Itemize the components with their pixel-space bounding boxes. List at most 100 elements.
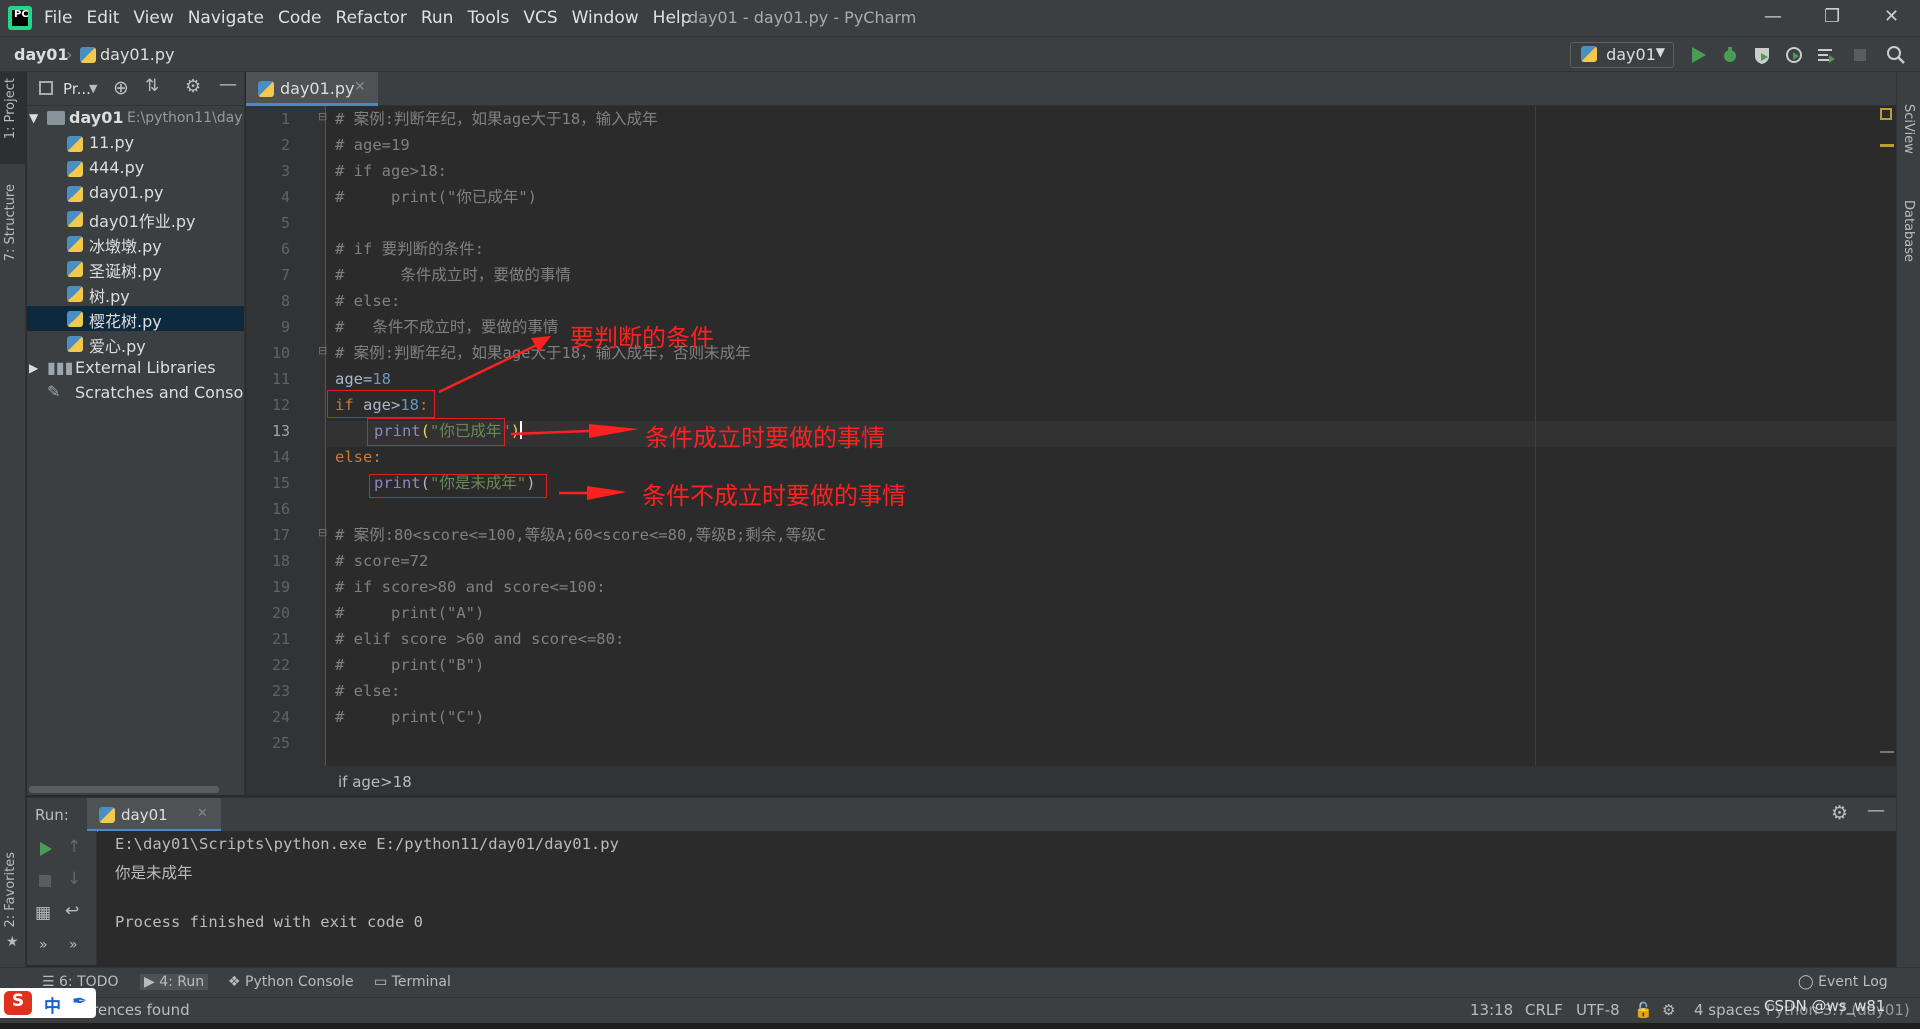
horizontal-scrollbar[interactable]: [29, 786, 219, 793]
minimize-icon[interactable]: —: [1764, 6, 1782, 27]
chevron-right-icon: ▶: [29, 361, 39, 375]
error-stripe[interactable]: [1880, 106, 1894, 766]
run-tab-day01[interactable]: day01 ✕: [87, 798, 221, 832]
hide-panel-icon[interactable]: —: [219, 74, 237, 95]
rerun-icon[interactable]: [37, 841, 53, 857]
collapse-all-icon[interactable]: ⇅: [145, 76, 159, 96]
inspection-icon[interactable]: ⚙: [1662, 1001, 1675, 1019]
list-item[interactable]: 爱心.py: [27, 331, 244, 356]
code-line: # print("A"): [335, 604, 485, 622]
menu-refactor[interactable]: Refactor: [336, 8, 407, 28]
run-icon[interactable]: [1688, 45, 1708, 65]
menu-view[interactable]: View: [133, 8, 173, 28]
locate-icon[interactable]: ⊕: [113, 77, 129, 99]
more-icon[interactable]: »: [69, 937, 78, 953]
tab-event-log[interactable]: ◯ Event Log: [1798, 974, 1888, 990]
tab-favorites[interactable]: 2: Favorites: [3, 852, 18, 928]
tab-project[interactable]: 1: Project: [3, 78, 18, 139]
tab-day01-py[interactable]: day01.py ✕: [246, 72, 378, 106]
menu-help[interactable]: Help: [653, 8, 692, 28]
breadcrumb-file[interactable]: day01.py: [100, 45, 175, 64]
close-window-icon[interactable]: ✕: [1884, 6, 1899, 27]
gear-icon[interactable]: ⚙: [185, 76, 201, 97]
coverage-icon[interactable]: [1752, 45, 1772, 65]
annotation-arrows: [438, 336, 639, 500]
tab-terminal[interactable]: ▭ Terminal: [374, 974, 451, 990]
tree-root[interactable]: ▼ day01 E:\python11\day: [27, 106, 244, 131]
menu-bar: PC File Edit View Navigate Code Refactor…: [0, 0, 1920, 36]
tab-database[interactable]: Database: [1901, 200, 1916, 262]
fold-icon[interactable]: ⊟: [318, 526, 327, 539]
fold-icon[interactable]: ⊟: [318, 344, 327, 357]
menu-edit[interactable]: Edit: [86, 8, 119, 28]
menu-code[interactable]: Code: [278, 8, 322, 28]
tab-python-console[interactable]: ❖ Python Console: [228, 974, 354, 990]
chevron-down-icon[interactable]: ▼: [89, 82, 97, 95]
project-view-select[interactable]: Pr...: [63, 80, 91, 98]
list-item[interactable]: day01作业.py: [27, 206, 244, 231]
close-tab-icon[interactable]: ✕: [197, 806, 208, 821]
menu-vcs[interactable]: VCS: [523, 8, 557, 28]
breadcrumb-project[interactable]: day01: [14, 45, 68, 64]
tab-run[interactable]: ▶ 4: Run: [140, 974, 209, 990]
list-item[interactable]: 11.py: [27, 131, 244, 156]
status-encoding[interactable]: UTF-8: [1576, 1001, 1620, 1019]
gear-icon[interactable]: ⚙: [1831, 802, 1848, 824]
annotation-true-branch: 条件成立时要做的事情: [645, 424, 885, 452]
fold-icon[interactable]: ⊟: [318, 110, 327, 123]
code-editor[interactable]: # 案例:判断年纪，如果age大于18，输入成年 # age=19 # if a…: [327, 106, 1896, 766]
list-item[interactable]: 冰墩墩.py: [27, 231, 244, 256]
debug-icon[interactable]: [1720, 45, 1740, 65]
ime-mode[interactable]: 中: [44, 992, 61, 1017]
menu-file[interactable]: File: [44, 8, 72, 28]
line-number: 6: [280, 240, 290, 258]
more-icon[interactable]: »: [39, 937, 48, 953]
inspection-status-icon[interactable]: [1880, 108, 1892, 120]
arrow-head: [587, 486, 627, 500]
restore-icon[interactable]: ❐: [1824, 6, 1840, 27]
menu-tools[interactable]: Tools: [467, 8, 509, 28]
status-position[interactable]: 13:18: [1470, 1001, 1513, 1019]
warning-marker[interactable]: [1880, 144, 1894, 147]
arrow-up-icon[interactable]: ↑: [67, 837, 81, 857]
arrow-down-icon[interactable]: ↓: [67, 869, 81, 889]
status-indent[interactable]: 4 spaces: [1694, 1001, 1760, 1019]
run-icon: ▶: [144, 974, 155, 990]
left-tool-stripe: 1: Project 7: Structure 2: Favorites ★: [0, 72, 26, 967]
list-item[interactable]: 444.py: [27, 156, 244, 181]
close-tab-icon[interactable]: ✕: [354, 79, 366, 95]
window-title: day01 - day01.py - PyCharm: [688, 8, 917, 27]
stop-icon[interactable]: [1850, 45, 1870, 65]
menu-window[interactable]: Window: [572, 8, 639, 28]
tree-external-libraries[interactable]: ▶ ▮▮▮ External Libraries: [27, 356, 244, 381]
tree-scratches[interactable]: ✎ Scratches and Consoles: [27, 381, 244, 406]
run-configuration-select[interactable]: day01 ▼: [1570, 42, 1674, 68]
menu-navigate[interactable]: Navigate: [188, 8, 264, 28]
soft-wrap-icon[interactable]: ↩: [65, 901, 79, 921]
run-console[interactable]: E:\day01\Scripts\python.exe E:/python11/…: [98, 831, 1896, 965]
ime-toolbar[interactable]: S 中 ✒: [0, 988, 96, 1018]
hide-panel-icon[interactable]: —: [1867, 800, 1885, 821]
list-item-selected[interactable]: 樱花树.py: [27, 306, 244, 331]
status-line-separator[interactable]: CRLF: [1525, 1001, 1563, 1019]
list-item[interactable]: day01.py: [27, 181, 244, 206]
editor-breadcrumb[interactable]: if age>18: [338, 773, 412, 791]
annotation-false-branch: 条件不成立时要做的事情: [642, 482, 906, 510]
layout-icon[interactable]: ▦: [35, 903, 51, 923]
root-path: E:\python11\day: [127, 110, 243, 126]
concurrency-icon[interactable]: [1816, 45, 1836, 65]
lock-icon[interactable]: 🔓: [1634, 1001, 1653, 1019]
chevron-down-icon: ▼: [1655, 45, 1665, 59]
python-file-icon: [67, 186, 83, 202]
menu-run[interactable]: Run: [421, 8, 454, 28]
tab-sciview[interactable]: SciView: [1901, 104, 1916, 154]
stop-icon[interactable]: [37, 873, 53, 889]
tab-structure[interactable]: 7: Structure: [3, 184, 18, 261]
list-item[interactable]: 圣诞树.py: [27, 256, 244, 281]
pen-icon[interactable]: ✒: [72, 991, 87, 1012]
line-number: 22: [271, 656, 290, 674]
list-item[interactable]: 树.py: [27, 281, 244, 306]
search-icon[interactable]: [1886, 45, 1906, 65]
line-number: 21: [271, 630, 290, 648]
profile-icon[interactable]: [1784, 45, 1804, 65]
